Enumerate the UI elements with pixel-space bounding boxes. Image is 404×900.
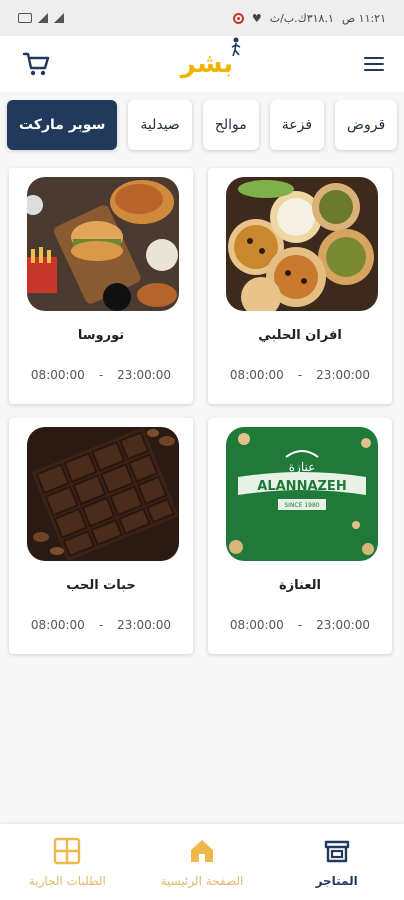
wifi-icon	[54, 13, 64, 23]
store-name: العنازة	[278, 578, 322, 593]
cart-icon-graphic	[22, 52, 50, 76]
runner-icon	[231, 37, 241, 57]
category-chips: سوبر ماركت صيدلية موالح فزعة قروض	[7, 100, 398, 150]
store-close-time: 23:00:00	[117, 368, 172, 382]
store-hours: 08:00:00-23:00:00	[30, 618, 172, 632]
chocolate-image	[27, 427, 179, 561]
store-name: حبات الحب	[66, 578, 136, 593]
category-chip[interactable]: سوبر ماركت	[7, 100, 118, 150]
status-info-right: ١١:٢١ ص ٣١٨.١ك.ب/ث ♥	[232, 11, 386, 25]
store-close-time: 23:00:00	[316, 618, 371, 632]
alannazeh-arabic-mark: ﻋﻨﺎﺯﺓ	[289, 460, 316, 474]
category-bar: سوبر ماركت صيدلية موالح فزعة قروض	[0, 100, 404, 156]
alannazeh-logo-image: ﻋﻨﺎﺯﺓ ALANNAZEH SINCE 1980	[226, 427, 378, 561]
store-icon	[324, 840, 349, 863]
app-header: بشر	[0, 36, 404, 92]
category-chip[interactable]: قروض	[335, 100, 398, 150]
manakish-image	[226, 177, 378, 311]
store-open-time: 08:00:00	[30, 368, 85, 382]
status-icons-left	[18, 13, 64, 23]
store-open-time: 08:00:00	[229, 618, 284, 632]
alannazeh-logo-text: ALANNAZEH	[257, 479, 346, 494]
nav-home[interactable]: الصفحة الرئيسية	[135, 824, 270, 900]
nav-label: الطلبات الجارية	[28, 874, 106, 888]
category-chip[interactable]: موالح	[202, 100, 259, 150]
battery-icon	[18, 13, 32, 23]
store-card[interactable]: ﻋﻨﺎﺯﺓ ALANNAZEH SINCE 1980 العنازة 08:00…	[208, 418, 392, 654]
category-chip[interactable]: فزعة	[269, 100, 325, 150]
nav-label: الصفحة الرئيسية	[160, 874, 244, 888]
bottom-nav: المتاجر الصفحة الرئيسية الطلبات الجارية	[0, 824, 404, 900]
store-hours: 08:00:00-23:00:00	[229, 368, 371, 382]
store-image-chocolate	[27, 427, 179, 561]
store-name: افران الحلبي	[258, 328, 342, 343]
nav-stores[interactable]: المتاجر	[269, 824, 404, 900]
store-card[interactable]: توروسا 08:00:00-23:00:00	[9, 168, 193, 404]
store-image-fastfood	[27, 177, 179, 311]
alannazeh-logo-sub: SINCE 1980	[284, 502, 319, 509]
fastfood-image	[27, 177, 179, 311]
app-logo: بشر	[180, 37, 241, 79]
recording-icon	[232, 12, 244, 24]
category-chip[interactable]: صيدلية	[128, 100, 192, 150]
nav-label: المتاجر	[315, 874, 358, 888]
status-network-speed: ٣١٨.١ك.ب/ث	[269, 11, 334, 25]
store-close-time: 23:00:00	[316, 368, 371, 382]
notification-icon: ♥	[251, 11, 262, 25]
signal-icon	[38, 13, 48, 23]
store-close-time: 23:00:00	[117, 618, 172, 632]
cart-icon[interactable]	[22, 50, 50, 78]
orders-grid-icon	[54, 837, 81, 865]
status-bar: ١١:٢١ ص ٣١٨.١ك.ب/ث ♥	[0, 0, 404, 36]
store-name: توروسا	[77, 328, 125, 343]
store-image-alannazeh: ﻋﻨﺎﺯﺓ ALANNAZEH SINCE 1980	[226, 427, 378, 561]
status-time: ١١:٢١ ص	[341, 11, 386, 25]
store-hours: 08:00:00-23:00:00	[229, 618, 371, 632]
nav-orders[interactable]: الطلبات الجارية	[0, 824, 135, 900]
app-logo-text: بشر	[180, 49, 234, 79]
menu-icon[interactable]	[364, 57, 384, 71]
store-image-manakish	[226, 177, 378, 311]
home-icon	[190, 840, 213, 862]
store-card[interactable]: افران الحلبي 08:00:00-23:00:00	[208, 168, 392, 404]
store-open-time: 08:00:00	[30, 618, 85, 632]
store-card[interactable]: حبات الحب 08:00:00-23:00:00	[9, 418, 193, 654]
store-hours: 08:00:00-23:00:00	[30, 368, 172, 382]
store-open-time: 08:00:00	[229, 368, 284, 382]
